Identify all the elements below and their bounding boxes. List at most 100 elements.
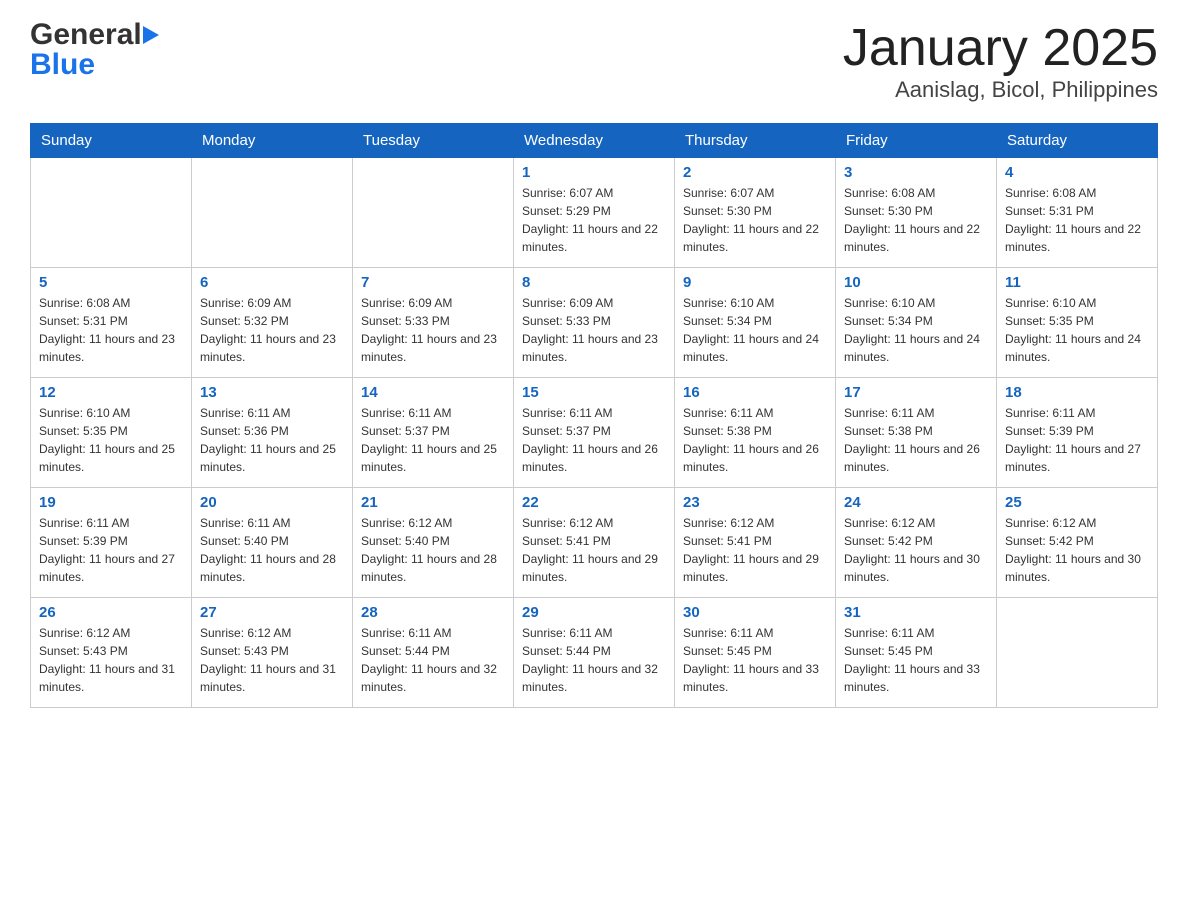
calendar-cell: 5 Sunrise: 6:08 AM Sunset: 5:31 PM Daylig…	[31, 268, 192, 378]
day-number: 8	[522, 274, 666, 291]
day-info: Sunrise: 6:09 AM Sunset: 5:32 PM Dayligh…	[200, 294, 344, 366]
day-info: Sunrise: 6:11 AM Sunset: 5:45 PM Dayligh…	[844, 624, 988, 696]
calendar-cell: 8 Sunrise: 6:09 AM Sunset: 5:33 PM Daylig…	[514, 268, 675, 378]
calendar-header-row: SundayMondayTuesdayWednesdayThursdayFrid…	[31, 124, 1158, 158]
day-number: 12	[39, 384, 183, 401]
calendar-cell: 4Sunrise: 6:08 AM Sunset: 5:31 PM Daylig…	[997, 158, 1158, 268]
calendar-cell: 27Sunrise: 6:12 AM Sunset: 5:43 PM Dayli…	[192, 598, 353, 708]
calendar-cell	[31, 158, 192, 268]
calendar-cell	[192, 158, 353, 268]
day-info: Sunrise: 6:11 AM Sunset: 5:40 PM Dayligh…	[200, 514, 344, 586]
calendar-cell: 19Sunrise: 6:11 AM Sunset: 5:39 PM Dayli…	[31, 488, 192, 598]
calendar-cell: 26Sunrise: 6:12 AM Sunset: 5:43 PM Dayli…	[31, 598, 192, 708]
calendar-header-thursday: Thursday	[675, 124, 836, 158]
day-number: 6	[200, 274, 344, 291]
calendar-cell: 15 Sunrise: 6:11 AM Sunset: 5:37 PM Dayli…	[514, 378, 675, 488]
calendar-cell: 11 Sunrise: 6:10 AM Sunset: 5:35 PM Dayli…	[997, 268, 1158, 378]
day-info: Sunrise: 6:11 AM Sunset: 5:39 PM Dayligh…	[1005, 404, 1149, 476]
calendar-cell: 28Sunrise: 6:11 AM Sunset: 5:44 PM Dayli…	[353, 598, 514, 708]
day-number: 19	[39, 494, 183, 511]
calendar-cell: 20Sunrise: 6:11 AM Sunset: 5:40 PM Dayli…	[192, 488, 353, 598]
day-info: Sunrise: 6:10 AM Sunset: 5:34 PM Dayligh…	[844, 294, 988, 366]
calendar-table: SundayMondayTuesdayWednesdayThursdayFrid…	[30, 123, 1158, 708]
title-section: January 2025 Aanislag, Bicol, Philippine…	[843, 20, 1158, 103]
calendar-cell: 21 Sunrise: 6:12 AM Sunset: 5:40 PM Dayli…	[353, 488, 514, 598]
calendar-cell: 9Sunrise: 6:10 AM Sunset: 5:34 PM Daylig…	[675, 268, 836, 378]
month-title: January 2025	[843, 20, 1158, 77]
day-info: Sunrise: 6:07 AM Sunset: 5:30 PM Dayligh…	[683, 184, 827, 256]
day-info: Sunrise: 6:11 AM Sunset: 5:37 PM Dayligh…	[361, 404, 505, 476]
day-number: 3	[844, 164, 988, 181]
calendar-cell: 17Sunrise: 6:11 AM Sunset: 5:38 PM Dayli…	[836, 378, 997, 488]
day-number: 21	[361, 494, 505, 511]
day-number: 5	[39, 274, 183, 291]
day-number: 24	[844, 494, 988, 511]
calendar-cell: 1 Sunrise: 6:07 AM Sunset: 5:29 PM Daylig…	[514, 158, 675, 268]
calendar-cell	[353, 158, 514, 268]
calendar-week-row-1: 1 Sunrise: 6:07 AM Sunset: 5:29 PM Daylig…	[31, 158, 1158, 268]
calendar-cell	[997, 598, 1158, 708]
day-info: Sunrise: 6:07 AM Sunset: 5:29 PM Dayligh…	[522, 184, 666, 256]
calendar-cell: 31 Sunrise: 6:11 AM Sunset: 5:45 PM Dayli…	[836, 598, 997, 708]
calendar-cell: 14 Sunrise: 6:11 AM Sunset: 5:37 PM Dayli…	[353, 378, 514, 488]
day-info: Sunrise: 6:08 AM Sunset: 5:31 PM Dayligh…	[39, 294, 183, 366]
calendar-week-row-3: 12Sunrise: 6:10 AM Sunset: 5:35 PM Dayli…	[31, 378, 1158, 488]
day-number: 16	[683, 384, 827, 401]
calendar-header-saturday: Saturday	[997, 124, 1158, 158]
day-info: Sunrise: 6:11 AM Sunset: 5:36 PM Dayligh…	[200, 404, 344, 476]
day-info: Sunrise: 6:12 AM Sunset: 5:42 PM Dayligh…	[1005, 514, 1149, 586]
day-info: Sunrise: 6:11 AM Sunset: 5:44 PM Dayligh…	[522, 624, 666, 696]
day-number: 15	[522, 384, 666, 401]
day-number: 2	[683, 164, 827, 181]
calendar-header-monday: Monday	[192, 124, 353, 158]
calendar-cell: 25Sunrise: 6:12 AM Sunset: 5:42 PM Dayli…	[997, 488, 1158, 598]
calendar-cell: 16 Sunrise: 6:11 AM Sunset: 5:38 PM Dayli…	[675, 378, 836, 488]
location-title: Aanislag, Bicol, Philippines	[843, 77, 1158, 103]
calendar-cell: 13 Sunrise: 6:11 AM Sunset: 5:36 PM Dayli…	[192, 378, 353, 488]
calendar-cell: 6 Sunrise: 6:09 AM Sunset: 5:32 PM Daylig…	[192, 268, 353, 378]
day-number: 17	[844, 384, 988, 401]
calendar-cell: 10Sunrise: 6:10 AM Sunset: 5:34 PM Dayli…	[836, 268, 997, 378]
day-info: Sunrise: 6:12 AM Sunset: 5:43 PM Dayligh…	[200, 624, 344, 696]
calendar-cell: 3 Sunrise: 6:08 AM Sunset: 5:30 PM Daylig…	[836, 158, 997, 268]
day-info: Sunrise: 6:09 AM Sunset: 5:33 PM Dayligh…	[522, 294, 666, 366]
day-number: 30	[683, 604, 827, 621]
day-info: Sunrise: 6:10 AM Sunset: 5:35 PM Dayligh…	[1005, 294, 1149, 366]
day-info: Sunrise: 6:11 AM Sunset: 5:38 PM Dayligh…	[683, 404, 827, 476]
day-number: 13	[200, 384, 344, 401]
day-info: Sunrise: 6:11 AM Sunset: 5:45 PM Dayligh…	[683, 624, 827, 696]
day-info: Sunrise: 6:12 AM Sunset: 5:42 PM Dayligh…	[844, 514, 988, 586]
calendar-cell: 30 Sunrise: 6:11 AM Sunset: 5:45 PM Dayli…	[675, 598, 836, 708]
day-number: 22	[522, 494, 666, 511]
day-number: 29	[522, 604, 666, 621]
day-info: Sunrise: 6:12 AM Sunset: 5:41 PM Dayligh…	[683, 514, 827, 586]
calendar-cell: 18 Sunrise: 6:11 AM Sunset: 5:39 PM Dayli…	[997, 378, 1158, 488]
day-number: 28	[361, 604, 505, 621]
calendar-cell: 22 Sunrise: 6:12 AM Sunset: 5:41 PM Dayli…	[514, 488, 675, 598]
calendar-week-row-5: 26 Sunrise: 6:12 AM Sunset: 5:43 PM Dayli…	[31, 598, 1158, 708]
calendar-cell: 29 Sunrise: 6:11 AM Sunset: 5:44 PM Dayli…	[514, 598, 675, 708]
calendar-cell: 7Sunrise: 6:09 AM Sunset: 5:33 PM Daylig…	[353, 268, 514, 378]
calendar-cell: 12Sunrise: 6:10 AM Sunset: 5:35 PM Dayli…	[31, 378, 192, 488]
day-number: 14	[361, 384, 505, 401]
logo-triangle-icon	[143, 26, 159, 44]
day-info: Sunrise: 6:11 AM Sunset: 5:37 PM Dayligh…	[522, 404, 666, 476]
day-info: Sunrise: 6:08 AM Sunset: 5:30 PM Dayligh…	[844, 184, 988, 256]
calendar-week-row-4: 19Sunrise: 6:11 AM Sunset: 5:39 PM Dayli…	[31, 488, 1158, 598]
day-info: Sunrise: 6:12 AM Sunset: 5:40 PM Dayligh…	[361, 514, 505, 586]
logo-general-text: General	[30, 20, 142, 50]
day-number: 26	[39, 604, 183, 621]
day-number: 11	[1005, 274, 1149, 291]
day-number: 31	[844, 604, 988, 621]
logo: General Blue	[30, 20, 159, 80]
logo-blue-text: Blue	[30, 48, 95, 81]
day-number: 1	[522, 164, 666, 181]
day-info: Sunrise: 6:10 AM Sunset: 5:34 PM Dayligh…	[683, 294, 827, 366]
calendar-week-row-2: 5 Sunrise: 6:08 AM Sunset: 5:31 PM Daylig…	[31, 268, 1158, 378]
day-number: 18	[1005, 384, 1149, 401]
day-info: Sunrise: 6:12 AM Sunset: 5:41 PM Dayligh…	[522, 514, 666, 586]
calendar-cell: 2 Sunrise: 6:07 AM Sunset: 5:30 PM Daylig…	[675, 158, 836, 268]
page-header: General Blue January 2025 Aanislag, Bico…	[30, 20, 1158, 103]
day-number: 7	[361, 274, 505, 291]
calendar-header-wednesday: Wednesday	[514, 124, 675, 158]
